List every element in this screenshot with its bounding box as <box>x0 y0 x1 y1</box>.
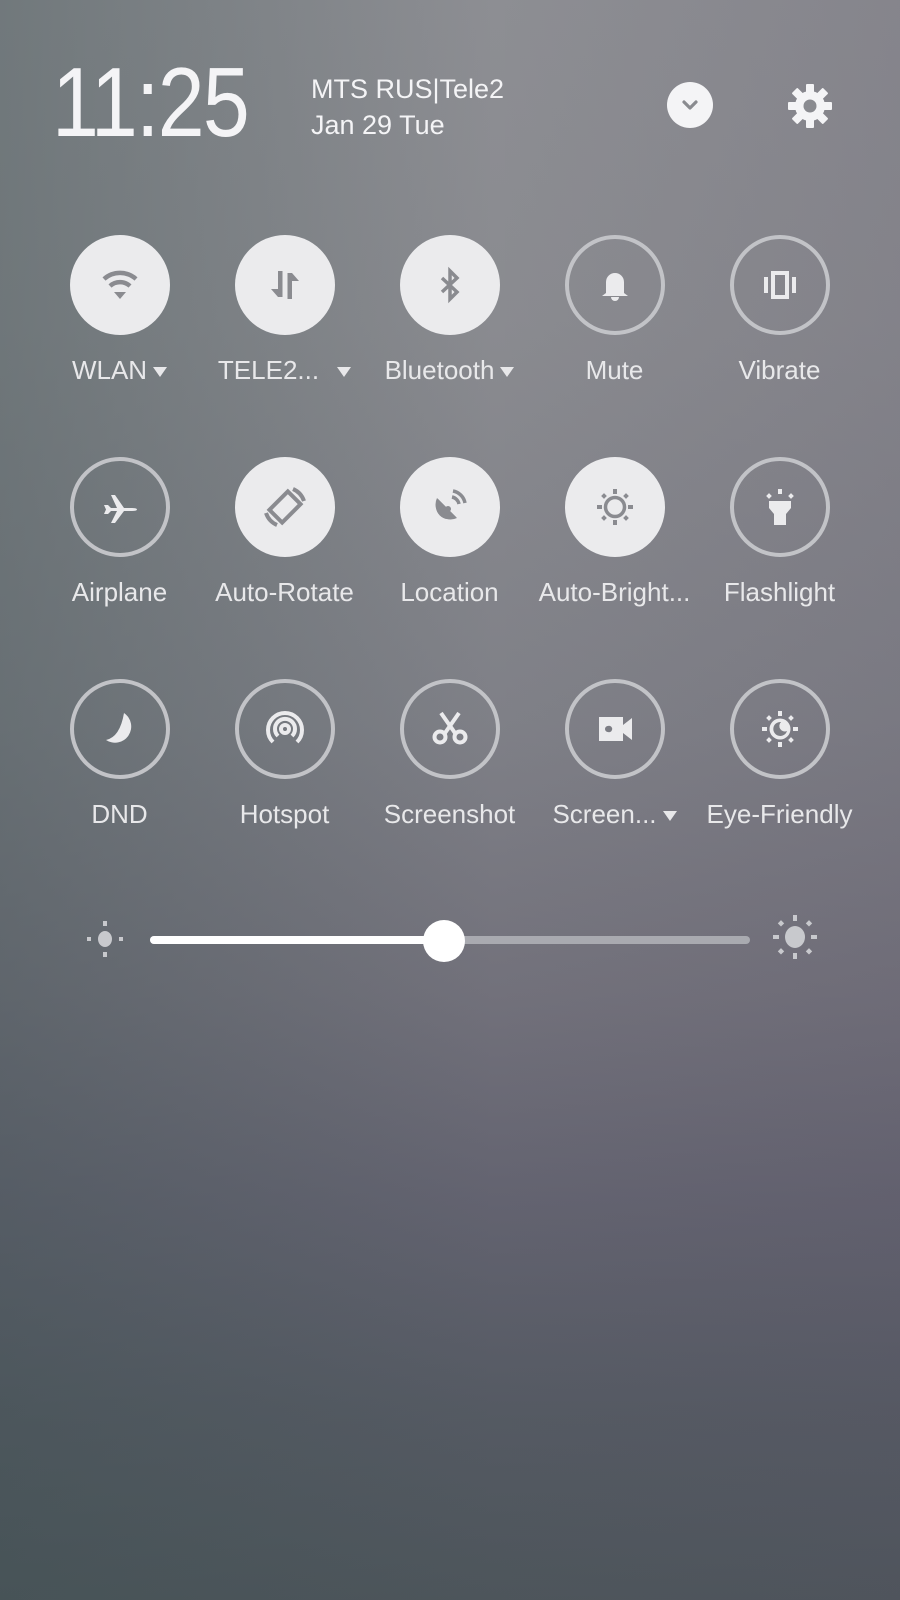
tile-label: Flashlight <box>723 577 836 607</box>
tile-eye-friendly-toggle[interactable] <box>729 679 830 779</box>
tile-label: Airplane <box>71 577 168 607</box>
tile-flashlight[interactable]: Flashlight <box>697 457 862 609</box>
tile-label: Mute <box>585 355 644 385</box>
tile-location[interactable]: Location <box>367 457 532 609</box>
airplane-icon <box>103 495 137 523</box>
tile-label: Eye-Friendly <box>706 799 853 829</box>
tile-label: Auto-Bright... <box>538 577 691 607</box>
bell-icon <box>601 273 628 301</box>
tile-mobile-data-toggle[interactable] <box>234 235 335 335</box>
brightness-icon <box>596 489 633 525</box>
location-icon <box>435 489 467 520</box>
tile-mute-toggle[interactable] <box>564 235 665 335</box>
brightness-slider-thumb[interactable] <box>423 920 465 962</box>
wifi-icon <box>102 270 137 299</box>
flashlight-icon <box>765 489 794 525</box>
tile-label: Vibrate <box>738 355 821 385</box>
tile-screen-recorder[interactable]: Screen... <box>532 679 697 831</box>
tile-label: Location <box>400 577 499 607</box>
brightness-slider-fill <box>150 936 444 944</box>
tile-mobile-data[interactable]: TELE2... <box>202 235 367 387</box>
tile-screenshot-toggle[interactable] <box>399 679 500 779</box>
tile-label: Screen... <box>552 799 657 829</box>
tile-vibrate[interactable]: Vibrate <box>697 235 862 387</box>
tile-mute[interactable]: Mute <box>532 235 697 387</box>
brightness-high-icon[interactable] <box>770 912 820 962</box>
tile-label: Bluetooth <box>384 355 495 385</box>
dropdown-caret-icon[interactable] <box>153 366 168 377</box>
clock[interactable]: 11:25 <box>52 52 250 152</box>
vibrate-icon <box>763 271 796 299</box>
tile-label: DND <box>91 799 148 829</box>
tile-dnd[interactable]: DND <box>37 679 202 831</box>
tile-bluetooth-toggle[interactable] <box>399 235 500 335</box>
tile-location-toggle[interactable] <box>399 457 500 557</box>
tile-wlan-toggle[interactable] <box>69 235 170 335</box>
expand-button[interactable] <box>667 82 713 128</box>
tile-label: TELE2... <box>217 355 320 385</box>
gear-icon <box>788 84 832 128</box>
rotate-icon <box>263 487 306 527</box>
tile-auto-brightness-toggle[interactable] <box>564 457 665 557</box>
date[interactable]: Jan 29 Tue <box>311 108 445 142</box>
settings-button[interactable] <box>784 80 836 132</box>
brightness-low-icon[interactable] <box>84 918 126 960</box>
tile-label: WLAN <box>71 355 148 385</box>
moon-icon <box>105 713 131 743</box>
tile-bluetooth[interactable]: Bluetooth <box>367 235 532 387</box>
status-header: 11:25 MTS RUS|Tele2 Jan 29 Tue <box>0 0 900 190</box>
hotspot-icon <box>265 710 304 744</box>
mobile-data-icon <box>270 271 299 299</box>
carrier-name: MTS RUS|Tele2 <box>311 74 505 104</box>
tile-screenshot[interactable]: Screenshot <box>367 679 532 831</box>
chevron-down-icon <box>682 100 698 110</box>
bluetooth-icon <box>440 266 460 304</box>
tile-auto-rotate[interactable]: Auto-Rotate <box>202 457 367 609</box>
dropdown-caret-icon[interactable] <box>500 366 515 377</box>
tile-flashlight-toggle[interactable] <box>729 457 830 557</box>
tile-auto-brightness[interactable]: Auto-Bright... <box>532 457 697 609</box>
tile-label: Screenshot <box>383 799 516 829</box>
tile-hotspot[interactable]: Hotspot <box>202 679 367 831</box>
tile-label: Hotspot <box>239 799 330 829</box>
tile-label: Auto-Rotate <box>215 577 354 607</box>
brightness-control <box>0 900 900 980</box>
eye-friendly-icon <box>761 711 798 747</box>
dropdown-caret-icon[interactable] <box>662 810 677 821</box>
video-camera-icon <box>598 717 632 741</box>
tile-auto-rotate-toggle[interactable] <box>234 457 335 557</box>
tile-airplane[interactable]: Airplane <box>37 457 202 609</box>
dropdown-caret-icon[interactable] <box>337 366 352 377</box>
tile-screen-recorder-toggle[interactable] <box>564 679 665 779</box>
tile-airplane-toggle[interactable] <box>69 457 170 557</box>
tile-eye-friendly[interactable]: Eye-Friendly <box>697 679 862 831</box>
tile-dnd-toggle[interactable] <box>69 679 170 779</box>
tile-wlan[interactable]: WLAN <box>37 235 202 387</box>
tile-vibrate-toggle[interactable] <box>729 235 830 335</box>
tile-hotspot-toggle[interactable] <box>234 679 335 779</box>
scissors-icon <box>432 711 467 745</box>
